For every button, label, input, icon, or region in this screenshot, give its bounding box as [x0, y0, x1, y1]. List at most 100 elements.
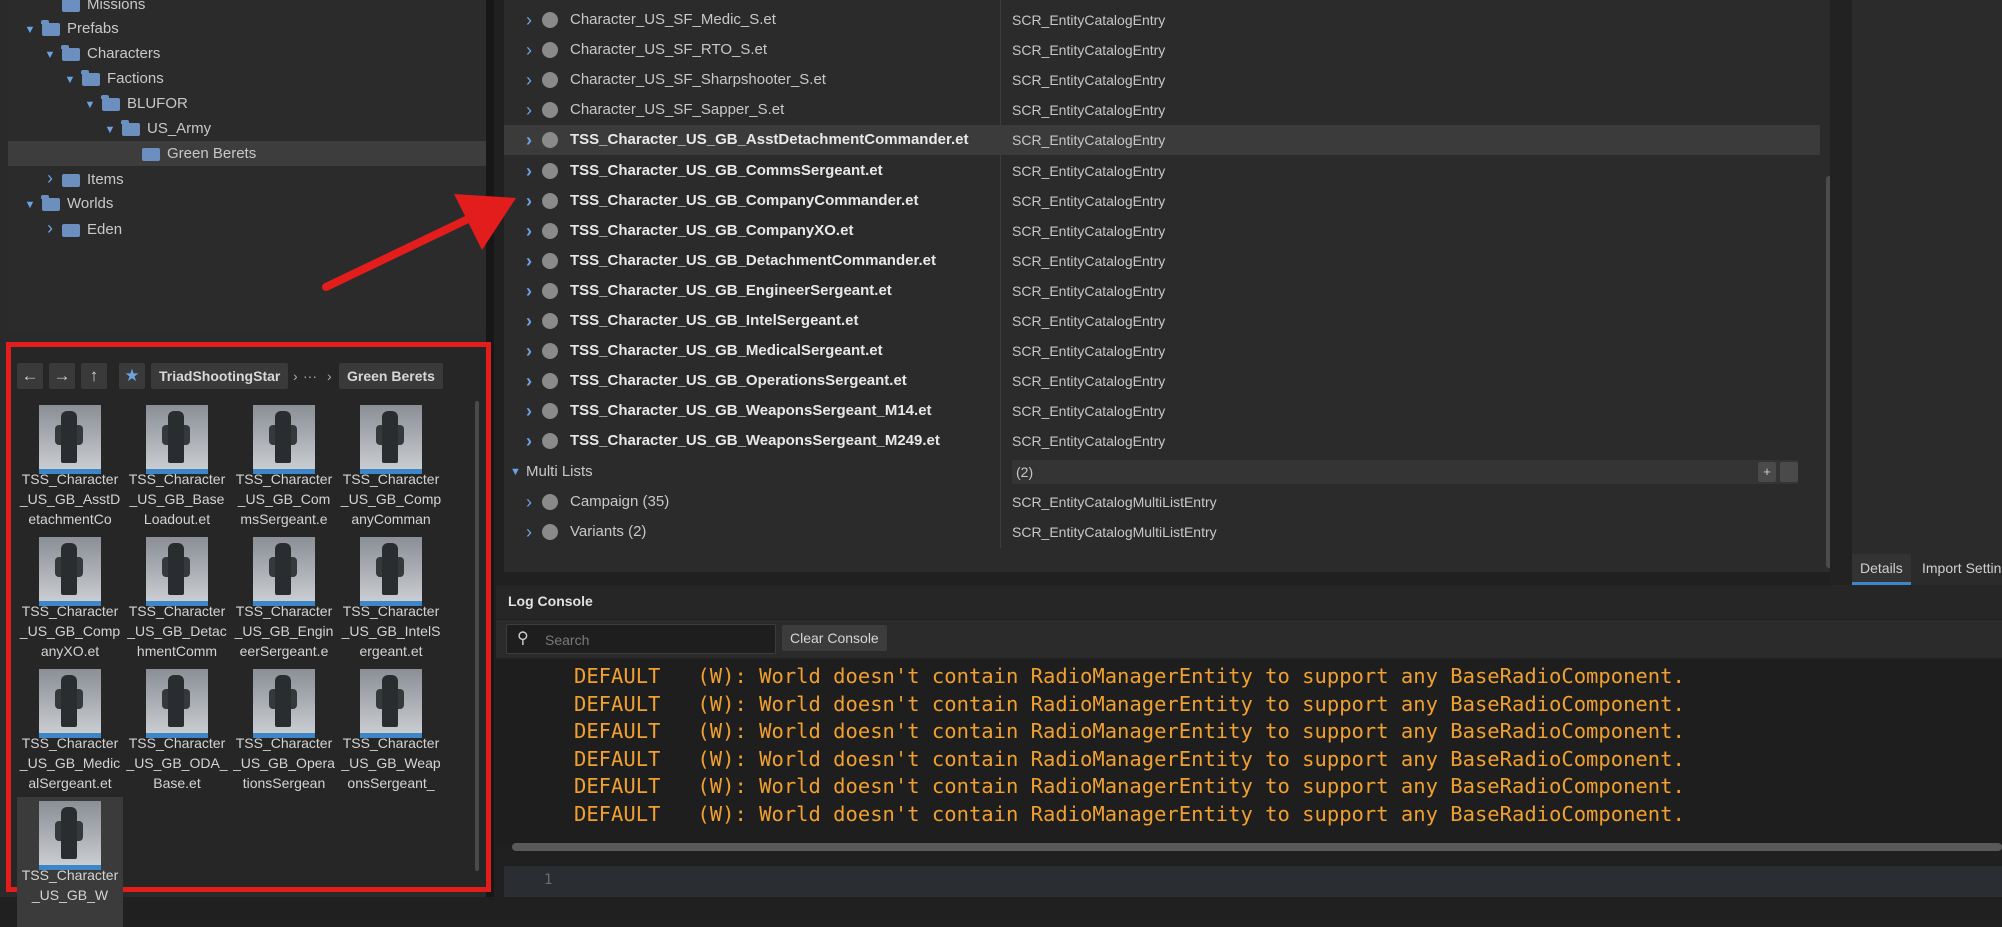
- chevron-right-icon[interactable]: ›: [526, 5, 532, 35]
- chevron-right-icon[interactable]: ›: [526, 487, 532, 517]
- back-arrow-icon[interactable]: ←: [17, 363, 43, 389]
- chevron-right-icon[interactable]: ›: [526, 426, 532, 456]
- chevron-right-icon[interactable]: ›: [526, 95, 532, 125]
- catalog-row[interactable]: › TSS_Character_US_GB_WeaponsSergeant_M14…: [504, 396, 1820, 426]
- folder-icon: [62, 223, 80, 237]
- chevron-right-icon[interactable]: ›: [526, 366, 532, 396]
- tree-item[interactable]: ▼ BLUFOR: [8, 91, 486, 116]
- catalog-row[interactable]: › TSS_Character_US_GB_EngineerSergeant.et…: [504, 276, 1820, 306]
- multi-list-row[interactable]: › Campaign (35) SCR_EntityCatalogMultiList…: [504, 487, 1820, 517]
- chevron-right-icon[interactable]: ›: [526, 65, 532, 95]
- tree-item[interactable]: Green Berets: [8, 141, 486, 166]
- asset-thumbnail[interactable]: TSS_Character_US_GB_CompanyXO.et: [17, 533, 123, 663]
- remove-button[interactable]: [1780, 462, 1798, 482]
- add-button[interactable]: +: [1758, 462, 1776, 482]
- tab-details[interactable]: Details: [1852, 554, 1911, 585]
- asset-thumbnail[interactable]: TSS_Character_US_GB_ODA_Base.et: [124, 665, 230, 795]
- chevron-right-icon[interactable]: ›: [526, 246, 532, 276]
- asset-thumbnail[interactable]: TSS_Character_US_GB_CommsSergeant.e: [231, 401, 337, 531]
- up-arrow-icon[interactable]: ↑: [81, 363, 107, 389]
- multi-lists-row[interactable]: ▼ Multi Lists (2) +: [504, 457, 1820, 487]
- chevron-down-icon[interactable]: ▼: [102, 118, 118, 143]
- breadcrumb-ellipsis[interactable]: ···: [303, 363, 317, 389]
- log-line: DEFAULT (W): World doesn't contain Radio…: [574, 719, 1685, 743]
- entry-name-cell: › TSS_Character_US_GB_CompanyCommander.et: [504, 186, 998, 216]
- asset-name: TSS_Character_US_GB_WeaponsSergeant_: [341, 735, 441, 791]
- catalog-row[interactable]: › TSS_Character_US_GB_IntelSergeant.et SCR…: [504, 306, 1820, 336]
- chevron-right-icon[interactable]: ›: [526, 216, 532, 246]
- asset-thumbnail[interactable]: TSS_Character_US_GB_BaseLoadout.et: [124, 401, 230, 531]
- catalog-row[interactable]: › TSS_Character_US_GB_WeaponsSergeant_M24…: [504, 426, 1820, 456]
- search-input[interactable]: [543, 625, 767, 655]
- chevron-right-icon[interactable]: ›: [526, 336, 532, 366]
- asset-thumbnail[interactable]: TSS_Character_US_GB_IntelSergeant.et: [338, 533, 444, 663]
- chevron-right-icon[interactable]: ›: [42, 216, 58, 241]
- asset-browser-scrollbar[interactable]: [475, 401, 479, 871]
- star-icon[interactable]: ★: [119, 363, 145, 389]
- chevron-down-icon[interactable]: ▼: [62, 68, 78, 93]
- breadcrumb-current[interactable]: Green Berets: [339, 363, 443, 389]
- catalog-row[interactable]: › TSS_Character_US_GB_CompanyCommander.et…: [504, 186, 1820, 216]
- catalog-row[interactable]: › TSS_Character_US_GB_CommsSergeant.et SCR…: [504, 156, 1820, 186]
- chevron-right-icon[interactable]: ›: [526, 306, 532, 336]
- catalog-row[interactable]: › Character_US_SF_Sharpshooter_S.et SCR_En…: [504, 65, 1820, 95]
- tree-item[interactable]: › Items: [8, 166, 486, 191]
- entry-type: SCR_EntityCatalogEntry: [1012, 192, 1166, 209]
- chevron-right-icon[interactable]: ›: [526, 156, 532, 186]
- chevron-down-icon[interactable]: ▼: [510, 457, 521, 487]
- catalog-row[interactable]: › Character_US_SF_Sapper_S.et SCR_EntityCa…: [504, 95, 1820, 125]
- chevron-down-icon[interactable]: ▼: [82, 93, 98, 118]
- chevron-down-icon[interactable]: ▼: [42, 43, 58, 68]
- clear-console-button[interactable]: Clear Console: [782, 625, 887, 651]
- catalog-row[interactable]: › Character_US_SF_Medic_S.et SCR_EntityCat…: [504, 5, 1820, 35]
- catalog-row[interactable]: › TSS_Character_US_GB_CompanyXO.et SCR_Ent…: [504, 216, 1820, 246]
- asset-thumbnail[interactable]: TSS_Character_US_GB_W: [17, 797, 123, 927]
- chevron-right-icon[interactable]: ›: [526, 35, 532, 65]
- asset-thumbnail[interactable]: TSS_Character_US_GB_WeaponsSergeant_: [338, 665, 444, 795]
- chevron-down-icon[interactable]: ▼: [22, 193, 38, 218]
- chevron-down-icon[interactable]: ▼: [22, 18, 38, 43]
- multi-list-row[interactable]: › Variants (2) SCR_EntityCatalogMultiListE…: [504, 517, 1820, 547]
- chevron-right-icon[interactable]: ›: [526, 125, 532, 155]
- forward-arrow-icon[interactable]: →: [49, 363, 75, 389]
- chevron-right-icon[interactable]: ›: [42, 166, 58, 191]
- entry-name: TSS_Character_US_GB_AsstDetachmentComman…: [570, 131, 969, 149]
- tree-item[interactable]: ▼ US_Army: [8, 116, 486, 141]
- entry-name-cell: › TSS_Character_US_GB_WeaponsSergeant_M24…: [504, 426, 998, 456]
- asset-thumbnail[interactable]: TSS_Character_US_GB_EngineerSergeant.e: [231, 533, 337, 663]
- asset-thumbnail[interactable]: TSS_Character_US_GB_CompanyComman: [338, 401, 444, 531]
- chevron-right-icon[interactable]: ›: [526, 517, 532, 547]
- catalog-row[interactable]: › TSS_Character_US_GB_OperationsSergeant.…: [504, 366, 1820, 396]
- tree-item[interactable]: ▼ Factions: [8, 66, 486, 91]
- entry-name-cell: › TSS_Character_US_GB_CommsSergeant.et: [504, 156, 998, 186]
- tree-item-label: Green Berets: [167, 145, 257, 162]
- entry-type: SCR_EntityCatalogEntry: [1012, 162, 1166, 179]
- tab-import-settings[interactable]: Import Settings: [1914, 554, 2002, 582]
- log-horizontal-scrollbar[interactable]: [512, 843, 2002, 851]
- asset-thumbnail[interactable]: TSS_Character_US_GB_DetachmentComm: [124, 533, 230, 663]
- asset-thumbnail[interactable]: TSS_Character_US_GB_OperationsSergean: [231, 665, 337, 795]
- catalog-row[interactable]: › Character_US_SF_RTO_S.et SCR_EntityCatal…: [504, 35, 1820, 65]
- entity-icon: [542, 12, 558, 28]
- breadcrumb-root[interactable]: TriadShootingStar: [151, 363, 289, 389]
- asset-thumbnail[interactable]: TSS_Character_US_GB_AsstDetachmentCo: [17, 401, 123, 531]
- catalog-row[interactable]: › TSS_Character_US_GB_DetachmentCommander…: [504, 246, 1820, 276]
- figure-silhouette: [61, 543, 77, 595]
- chevron-right-icon[interactable]: ›: [526, 396, 532, 426]
- asset-name: TSS_Character_US_GB_IntelSergeant.et: [341, 603, 441, 659]
- folder-icon: [41, 194, 60, 211]
- search-box[interactable]: ⚲: [506, 624, 776, 655]
- tree-item[interactable]: Missions: [8, 0, 486, 17]
- catalog-row[interactable]: › TSS_Character_US_GB_MedicalSergeant.et S…: [504, 336, 1820, 366]
- figure-silhouette: [61, 807, 77, 859]
- asset-thumbnail[interactable]: TSS_Character_US_GB_MedicalSergeant.et: [17, 665, 123, 795]
- chevron-right-icon[interactable]: ›: [526, 186, 532, 216]
- tree-item[interactable]: ▼ Characters: [8, 41, 486, 66]
- figure-silhouette: [275, 411, 291, 463]
- catalog-row[interactable]: › TSS_Character_US_GB_AsstDetachmentComma…: [504, 125, 1820, 156]
- command-input[interactable]: 1: [504, 866, 2002, 897]
- tree-item[interactable]: ▼ Prefabs: [8, 16, 486, 41]
- panel-splitter[interactable]: [1830, 0, 1852, 585]
- log-output: DEFAULT (W): World doesn't contain Radio…: [496, 660, 2002, 845]
- chevron-right-icon[interactable]: ›: [526, 276, 532, 306]
